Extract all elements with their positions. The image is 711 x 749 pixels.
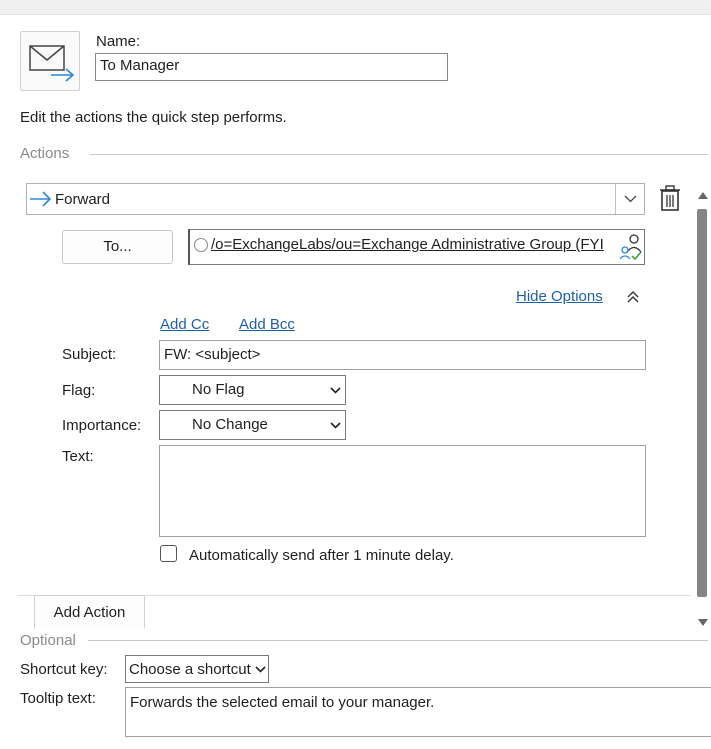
- check-names-button[interactable]: [618, 232, 644, 262]
- to-field-value[interactable]: /o=ExchangeLabs/ou=Exchange Administrati…: [211, 236, 604, 253]
- importance-label: Importance:: [62, 417, 142, 434]
- name-input-value: To Manager: [100, 57, 180, 74]
- add-bcc-link[interactable]: Add Bcc: [239, 316, 295, 333]
- trash-icon: [660, 185, 680, 211]
- name-label: Name:: [96, 33, 140, 50]
- to-field[interactable]: /o=ExchangeLabs/ou=Exchange Administrati…: [188, 229, 645, 265]
- name-label-text: Name:: [96, 33, 141, 50]
- add-action-button[interactable]: Add Action: [34, 595, 145, 629]
- flag-select-value: No Flag: [192, 381, 245, 398]
- hide-options-link[interactable]: Hide Options: [516, 288, 603, 305]
- instructions-text: Edit the actions the quick step performs…: [20, 109, 287, 126]
- importance-select-value: No Change: [192, 416, 268, 433]
- text-input[interactable]: [159, 445, 646, 537]
- tooltip-text-label: Tooltip text:: [20, 690, 96, 707]
- to-button[interactable]: To...: [62, 230, 173, 264]
- action-select-value: Forward: [55, 191, 111, 208]
- shortcut-key-label: Shortcut key:: [20, 661, 108, 678]
- chevron-down-icon: [330, 422, 341, 429]
- quick-step-dialog: Name: To Manager Edit the actions the qu…: [0, 14, 711, 749]
- chevron-down-icon: [624, 195, 637, 203]
- subject-label: Subject:: [62, 346, 117, 363]
- actions-scroll-area: Forward To... /o=ExchangeLabs/ou=Exchang…: [0, 177, 711, 626]
- actions-section-label: Actions: [20, 145, 70, 162]
- arrow-right-icon: [30, 191, 52, 207]
- scrollbar-thumb[interactable]: [697, 209, 707, 597]
- person-check-icon: [619, 234, 642, 261]
- scroll-down-icon[interactable]: [697, 618, 709, 627]
- shortcut-key-value: Choose a shortcut: [129, 661, 251, 678]
- add-cc-link[interactable]: Add Cc: [160, 316, 209, 333]
- tooltip-text-input[interactable]: Forwards the selected email to your mana…: [125, 687, 711, 737]
- shortcut-key-select[interactable]: Choose a shortcut: [125, 655, 269, 683]
- action-select-dropdown[interactable]: [615, 184, 645, 214]
- name-input[interactable]: To Manager: [95, 53, 448, 81]
- delete-action-button[interactable]: [658, 185, 682, 213]
- shortcut-dropdown-arrow[interactable]: [252, 656, 268, 682]
- mail-forward-icon: [29, 45, 75, 82]
- optional-section-label: Optional: [20, 632, 76, 649]
- subject-input-value: FW: <subject>: [164, 346, 261, 363]
- auto-send-label[interactable]: Automatically send after 1 minute delay.: [189, 547, 454, 564]
- importance-select[interactable]: No Change: [159, 410, 346, 440]
- chevron-down-icon: [255, 666, 266, 673]
- subject-input[interactable]: FW: <subject>: [159, 340, 646, 370]
- chevron-down-icon: [330, 387, 341, 394]
- quick-step-icon-button[interactable]: [20, 31, 80, 91]
- actions-divider: [90, 154, 708, 155]
- collapse-icon[interactable]: [626, 290, 640, 304]
- scroll-up-icon[interactable]: [697, 191, 709, 200]
- flag-label: Flag:: [62, 382, 96, 399]
- auto-send-checkbox[interactable]: [160, 545, 177, 562]
- actions-scrollbar[interactable]: [694, 187, 711, 633]
- recipient-status-icon: [194, 238, 208, 252]
- action-select[interactable]: Forward: [26, 183, 645, 215]
- tooltip-text-value: Forwards the selected email to your mana…: [130, 694, 435, 711]
- text-label: Text:: [62, 448, 94, 465]
- optional-divider: [88, 640, 708, 641]
- flag-select[interactable]: No Flag: [159, 375, 346, 405]
